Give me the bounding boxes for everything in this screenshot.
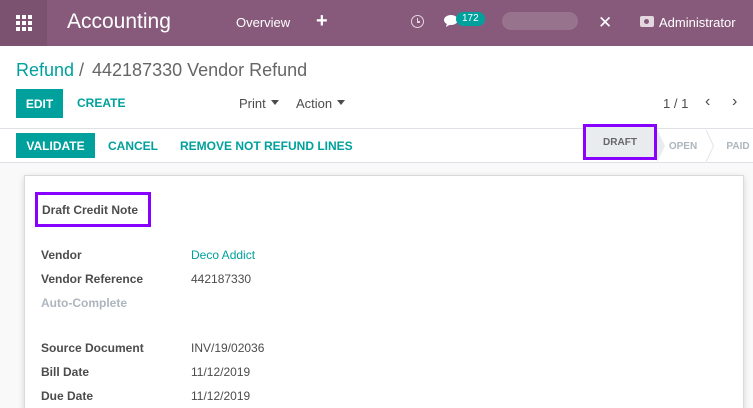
- due-date-value: 11/12/2019: [191, 389, 251, 403]
- activity-clock-icon[interactable]: [411, 15, 424, 28]
- vendor-reference-label: Vendor Reference: [41, 272, 144, 286]
- company-switcher-blurred: [502, 12, 578, 30]
- print-label: Print: [239, 96, 266, 111]
- bill-date-label: Bill Date: [41, 365, 90, 379]
- app-name[interactable]: Accounting: [67, 10, 171, 34]
- pager-previous-icon[interactable]: ‹: [705, 93, 710, 111]
- vendor-value[interactable]: Deco Addict: [191, 248, 255, 262]
- due-date-label: Due Date: [41, 389, 94, 403]
- pager-value[interactable]: 1 / 1: [663, 96, 688, 111]
- vendor-reference-value: 442187330: [191, 272, 252, 286]
- action-dropdown[interactable]: Action: [296, 96, 346, 111]
- validate-button[interactable]: Validate: [16, 133, 95, 158]
- action-label: Action: [296, 96, 333, 111]
- form-sheet: Draft Credit Note Vendor Deco Addict Ven…: [24, 175, 744, 408]
- menu-overview[interactable]: Overview: [236, 15, 290, 30]
- cancel-button[interactable]: Cancel: [108, 139, 158, 153]
- vendor-label: Vendor: [41, 248, 82, 262]
- edit-button[interactable]: Edit: [16, 89, 63, 118]
- pager-next-icon[interactable]: ›: [732, 93, 737, 111]
- debug-tools-icon[interactable]: ✕: [598, 13, 612, 33]
- menu-plus[interactable]: +: [316, 10, 328, 32]
- control-panel: Refund / 442187330 Vendor Refund Edit Cr…: [0, 46, 753, 129]
- form-title-highlight: Draft Credit Note: [35, 192, 151, 227]
- source-document-label: Source Document: [41, 341, 144, 355]
- breadcrumb-current: 442187330 Vendor Refund: [92, 60, 308, 80]
- print-dropdown[interactable]: Print: [239, 96, 279, 111]
- bill-date-value: 11/12/2019: [191, 365, 251, 379]
- breadcrumb-parent[interactable]: Refund: [16, 60, 74, 81]
- user-avatar-icon: [640, 16, 654, 27]
- stage-arrow: [657, 129, 665, 163]
- form-title: Draft Credit Note: [42, 202, 139, 217]
- remove-not-refund-lines-button[interactable]: Remove not refund lines: [180, 139, 353, 153]
- chat-count-badge[interactable]: 172: [456, 12, 485, 26]
- top-navbar: Accounting Overview + 172 ✕ Administrato…: [0, 0, 753, 46]
- user-menu[interactable]: Administrator: [659, 15, 736, 30]
- create-button[interactable]: Create: [77, 96, 125, 110]
- apps-menu-icon[interactable]: [0, 0, 47, 46]
- chevron-down-icon: [270, 100, 279, 106]
- stage-open[interactable]: Open: [660, 129, 706, 163]
- status-bar: Validate Cancel Remove not refund lines …: [0, 124, 753, 163]
- stage-draft[interactable]: Draft: [583, 124, 657, 160]
- stage-arrow: [705, 129, 713, 163]
- auto-complete-label: Auto-Complete: [41, 296, 127, 310]
- source-document-value: INV/19/02036: [191, 341, 265, 355]
- chevron-down-icon: [337, 100, 346, 106]
- stage-paid[interactable]: Paid: [718, 129, 753, 163]
- breadcrumb-separator: /: [79, 60, 85, 80]
